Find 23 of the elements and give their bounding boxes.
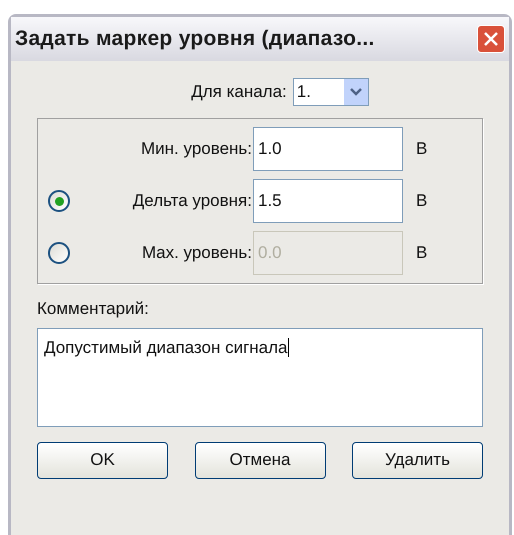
level-label: Дельта уровня: <box>132 190 253 212</box>
close-icon <box>483 31 499 47</box>
level-input[interactable]: 1.0 <box>253 127 403 171</box>
close-button[interactable] <box>477 25 505 53</box>
radio-button[interactable] <box>48 190 70 212</box>
dropdown-button[interactable] <box>344 79 368 105</box>
unit-label: В <box>416 190 428 212</box>
unit-label: В <box>416 242 428 264</box>
channel-dropdown[interactable]: 1. <box>292 78 369 106</box>
level-label: Мин. уровень: <box>140 138 253 160</box>
unit-label: В <box>416 138 428 160</box>
dialog-button[interactable]: OK <box>37 442 168 478</box>
level-input[interactable]: 1.5 <box>253 179 403 223</box>
channel-value: 1. <box>296 81 312 104</box>
window-title: Задать маркер уровня (диапазо... <box>15 26 375 52</box>
chevron-down-icon <box>350 88 362 96</box>
dialog-button[interactable]: Отмена <box>194 442 326 478</box>
dialog-button[interactable]: Удалить <box>352 442 483 478</box>
comment-label: Комментарий: <box>37 298 150 320</box>
comment-text: Допустимый диапазон сигнала <box>44 338 289 356</box>
level-label: Max. уровень: <box>140 242 253 264</box>
comment-textarea[interactable]: Допустимый диапазон сигнала <box>37 328 483 426</box>
channel-label: Для канала: <box>191 81 287 104</box>
